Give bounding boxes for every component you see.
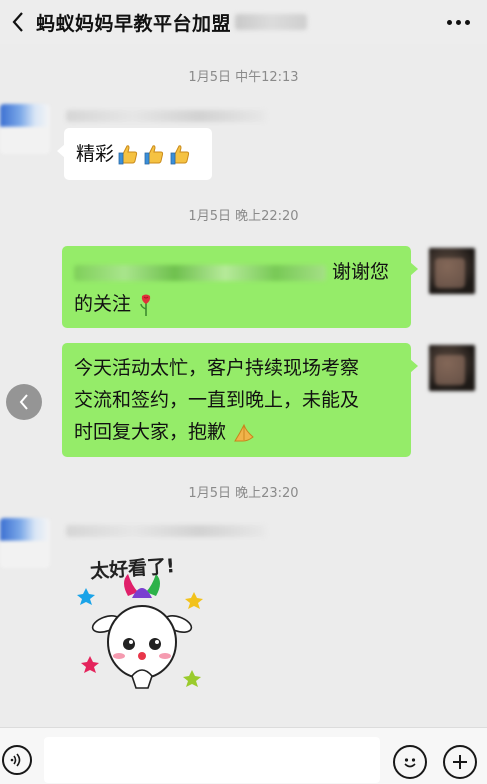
smile-icon[interactable] bbox=[393, 745, 427, 779]
chat-header: 蚂蚁妈妈早教平台加盟 bbox=[0, 0, 487, 44]
pray-hands-icon bbox=[234, 423, 254, 441]
message-text: 时回复大家，抱歉 bbox=[74, 421, 227, 443]
message-text: 的关注 bbox=[74, 293, 132, 315]
message-input[interactable] bbox=[44, 737, 380, 783]
timestamp: 1月5日 晚上23:20 bbox=[188, 486, 299, 501]
voice-icon[interactable] bbox=[2, 745, 32, 775]
plus-icon[interactable] bbox=[443, 745, 477, 779]
timestamp: 1月5日 晚上22:20 bbox=[188, 209, 299, 224]
sender-name-redaction bbox=[66, 110, 266, 122]
avatar[interactable] bbox=[0, 518, 50, 568]
chevron-left-icon[interactable] bbox=[0, 0, 36, 44]
title-redaction bbox=[235, 14, 308, 30]
input-bar bbox=[0, 727, 487, 784]
message-redaction bbox=[74, 264, 326, 281]
chevron-left-icon[interactable] bbox=[6, 384, 42, 420]
avatar[interactable] bbox=[0, 104, 50, 154]
timestamp: 1月5日 中午12:13 bbox=[188, 70, 299, 85]
message-bubble[interactable]: 精彩 bbox=[57, 128, 212, 180]
chat-title: 蚂蚁妈妈早教平台加盟 bbox=[36, 12, 232, 35]
rose-icon bbox=[140, 294, 151, 316]
avatar[interactable] bbox=[427, 343, 477, 393]
message-text: 谢谢您 bbox=[332, 261, 390, 283]
more-dots-icon[interactable] bbox=[443, 8, 473, 36]
cartoon-sticker[interactable]: 太好看了! bbox=[72, 552, 212, 702]
message-bubble[interactable]: 谢谢您 的关注 bbox=[62, 246, 418, 328]
thumbs-up-icon bbox=[116, 143, 192, 167]
message-text: 今天活动太忙，客户持续现场考察 bbox=[74, 357, 360, 379]
message-text: 精彩 bbox=[76, 143, 115, 165]
message-text: 交流和签约，一直到晚上，未能及 bbox=[74, 389, 360, 411]
message-bubble[interactable]: 今天活动太忙，客户持续现场考察 交流和签约，一直到晚上，未能及 时回复大家，抱歉 bbox=[62, 343, 418, 457]
avatar[interactable] bbox=[427, 246, 477, 296]
sender-name-redaction bbox=[66, 525, 266, 537]
